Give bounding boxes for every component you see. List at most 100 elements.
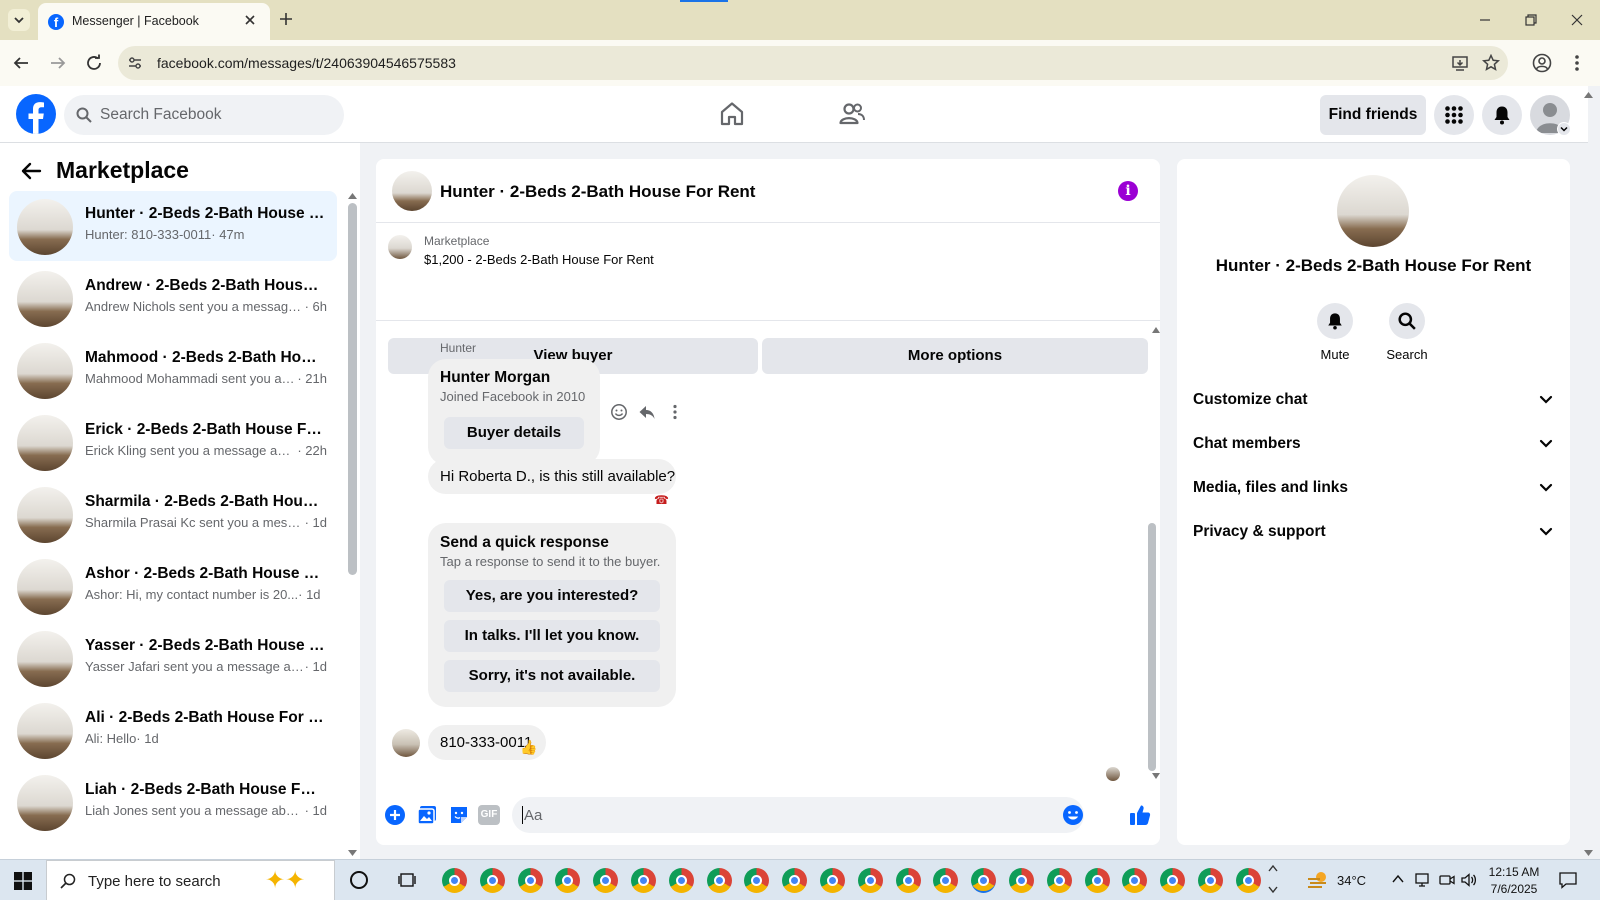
task-view-icon[interactable]	[398, 872, 416, 888]
chrome-taskbar-app-icon[interactable]	[442, 868, 467, 893]
chrome-taskbar-app-icon[interactable]	[1009, 868, 1034, 893]
more-actions-icon[interactable]	[666, 403, 684, 421]
browser-tab-messenger[interactable]: f Messenger | Facebook	[38, 3, 270, 40]
chrome-taskbar-app-icon[interactable]	[479, 868, 505, 893]
chat-avatar[interactable]	[392, 171, 432, 211]
chrome-taskbar-app-icon[interactable]	[895, 868, 921, 893]
scroll-down-arrow-icon[interactable]	[348, 850, 357, 856]
taskbar-search-input[interactable]: Type here to search ✦✦	[46, 860, 335, 900]
quick-response-option[interactable]: In talks. I'll let you know.	[444, 620, 660, 652]
temperature-text[interactable]: 34°C	[1337, 873, 1366, 888]
reply-icon[interactable]	[638, 403, 656, 421]
chrome-taskbar-app-icon[interactable]	[517, 868, 543, 893]
chat-info-section[interactable]: Customize chat	[1193, 381, 1553, 421]
scroll-up-arrow-icon[interactable]	[348, 193, 357, 199]
back-arrow-icon[interactable]	[12, 54, 30, 72]
facebook-search-input[interactable]: Search Facebook	[64, 95, 344, 135]
taskbar-clock[interactable]: 12:15 AM 7/6/2025	[1484, 864, 1544, 898]
network-icon[interactable]	[1414, 871, 1432, 889]
conversation-item[interactable]: Yasser · 2-Beds 2-Bath House For Rent Yas…	[9, 623, 337, 693]
site-settings-icon[interactable]	[127, 55, 143, 71]
profile-avatar[interactable]	[1337, 175, 1409, 247]
volume-icon[interactable]	[1460, 871, 1478, 889]
listing-title[interactable]: $1,200 - 2-Beds 2-Bath House For Rent	[424, 252, 654, 267]
chrome-taskbar-app-icon[interactable]	[593, 868, 619, 893]
new-tab-icon[interactable]	[279, 12, 293, 26]
chat-scroll-down-arrow-icon[interactable]	[1152, 773, 1160, 779]
facebook-logo-icon[interactable]	[16, 94, 56, 134]
conversation-item[interactable]: Mahmood · 2-Beds 2-Bath House For Rent Ma…	[9, 335, 337, 405]
cortana-icon[interactable]	[350, 871, 368, 889]
restore-window-icon[interactable]	[1524, 13, 1538, 27]
buyer-details-button[interactable]: Buyer details	[444, 417, 584, 449]
chrome-taskbar-app-icon[interactable]	[1122, 868, 1148, 893]
meet-now-icon[interactable]	[1438, 871, 1456, 889]
chrome-taskbar-app-icon[interactable]	[631, 868, 656, 893]
browser-menu-icon[interactable]	[1574, 53, 1580, 73]
taskbar-scroll-up-icon[interactable]	[1268, 864, 1278, 872]
bookmark-star-icon[interactable]	[1482, 54, 1500, 72]
taskbar-scroll-down-icon[interactable]	[1268, 886, 1278, 894]
chrome-taskbar-app-icon[interactable]	[820, 868, 845, 893]
more-actions-plus-icon[interactable]	[384, 804, 406, 826]
conversation-item[interactable]: Andrew · 2-Beds 2-Bath House For Rent And…	[9, 263, 337, 333]
quick-response-option[interactable]: Sorry, it's not available.	[444, 660, 660, 692]
find-friends-button[interactable]: Find friends	[1320, 95, 1426, 135]
chat-info-section[interactable]: Privacy & support	[1193, 513, 1553, 553]
close-tab-icon[interactable]	[244, 14, 256, 26]
search-conversation-button[interactable]: Search	[1377, 303, 1437, 362]
chrome-taskbar-app-icon[interactable]	[1235, 868, 1261, 893]
install-app-icon[interactable]	[1451, 54, 1469, 72]
sticker-icon[interactable]	[448, 804, 470, 826]
conversation-item[interactable]: Liah · 2-Beds 2-Bath House For Rent Liah …	[9, 767, 337, 837]
listing-thumbnail[interactable]	[388, 235, 412, 259]
windows-start-icon[interactable]	[14, 872, 32, 890]
more-options-button[interactable]: More options	[762, 338, 1148, 374]
chat-scroll-up-arrow-icon[interactable]	[1152, 327, 1160, 333]
react-smiley-icon[interactable]	[610, 403, 628, 421]
chat-info-section[interactable]: Chat members	[1193, 425, 1553, 465]
emoji-icon[interactable]	[1062, 804, 1084, 826]
sidebar-scrollbar[interactable]	[348, 203, 357, 575]
chrome-taskbar-app-icon[interactable]	[744, 868, 770, 893]
sender-avatar[interactable]	[392, 729, 420, 757]
message-composer-input[interactable]: Aa	[512, 797, 1084, 833]
friends-icon[interactable]	[838, 100, 866, 128]
quick-response-option[interactable]: Yes, are you interested?	[444, 580, 660, 612]
chrome-taskbar-app-icon[interactable]	[933, 868, 959, 893]
tab-list-chevron-icon[interactable]	[8, 9, 30, 31]
conversation-item[interactable]: Ashor · 2-Beds 2-Bath House For Rent Asho…	[9, 551, 337, 621]
profile-icon[interactable]	[1532, 53, 1552, 73]
address-bar[interactable]: facebook.com/messages/t/2406390454657558…	[118, 46, 1508, 80]
notifications-center-icon[interactable]	[1558, 871, 1578, 889]
chrome-taskbar-app-icon[interactable]	[857, 868, 883, 893]
chrome-taskbar-app-icon[interactable]	[555, 868, 581, 893]
conversation-item[interactable]: Hunter · 2-Beds 2-Bath House For Rent Hun…	[9, 191, 337, 261]
chrome-taskbar-app-icon[interactable]	[1198, 868, 1223, 893]
mute-button[interactable]: Mute	[1305, 303, 1365, 362]
like-thumbs-up-icon[interactable]	[1128, 803, 1152, 827]
chrome-taskbar-app-icon[interactable]	[782, 868, 808, 893]
reload-icon[interactable]	[85, 54, 103, 72]
info-icon[interactable]: i	[1118, 181, 1138, 201]
weather-icon[interactable]	[1306, 870, 1330, 890]
forward-arrow-icon[interactable]	[49, 54, 67, 72]
chat-title[interactable]: Hunter · 2-Beds 2-Bath House For Rent	[440, 182, 755, 202]
chrome-taskbar-app-icon[interactable]	[1046, 868, 1072, 893]
chat-info-section[interactable]: Media, files and links	[1193, 469, 1553, 509]
home-icon[interactable]	[718, 100, 746, 128]
conversation-item[interactable]: Ali · 2-Beds 2-Bath House For Rent Ali: H…	[9, 695, 337, 765]
gif-icon[interactable]: GIF	[478, 805, 500, 825]
conversation-item[interactable]: Sharmila · 2-Beds 2-Bath House For Rent S…	[9, 479, 337, 549]
notifications-bell-icon[interactable]	[1482, 95, 1522, 135]
page-scroll-down-arrow-icon[interactable]	[1584, 850, 1593, 856]
conversation-item[interactable]: Erick · 2-Beds 2-Bath House For Rent Eric…	[9, 407, 337, 477]
account-chevron-down-icon[interactable]	[1557, 122, 1571, 136]
close-window-icon[interactable]	[1570, 13, 1584, 27]
chrome-taskbar-app-icon[interactable]	[1084, 868, 1110, 893]
chrome-taskbar-app-icon[interactable]	[668, 868, 694, 893]
chrome-taskbar-app-icon[interactable]	[706, 868, 732, 893]
minimize-window-icon[interactable]	[1478, 13, 1492, 27]
show-hidden-icons-chevron-icon[interactable]	[1392, 874, 1404, 884]
menu-grid-icon[interactable]	[1434, 95, 1474, 135]
